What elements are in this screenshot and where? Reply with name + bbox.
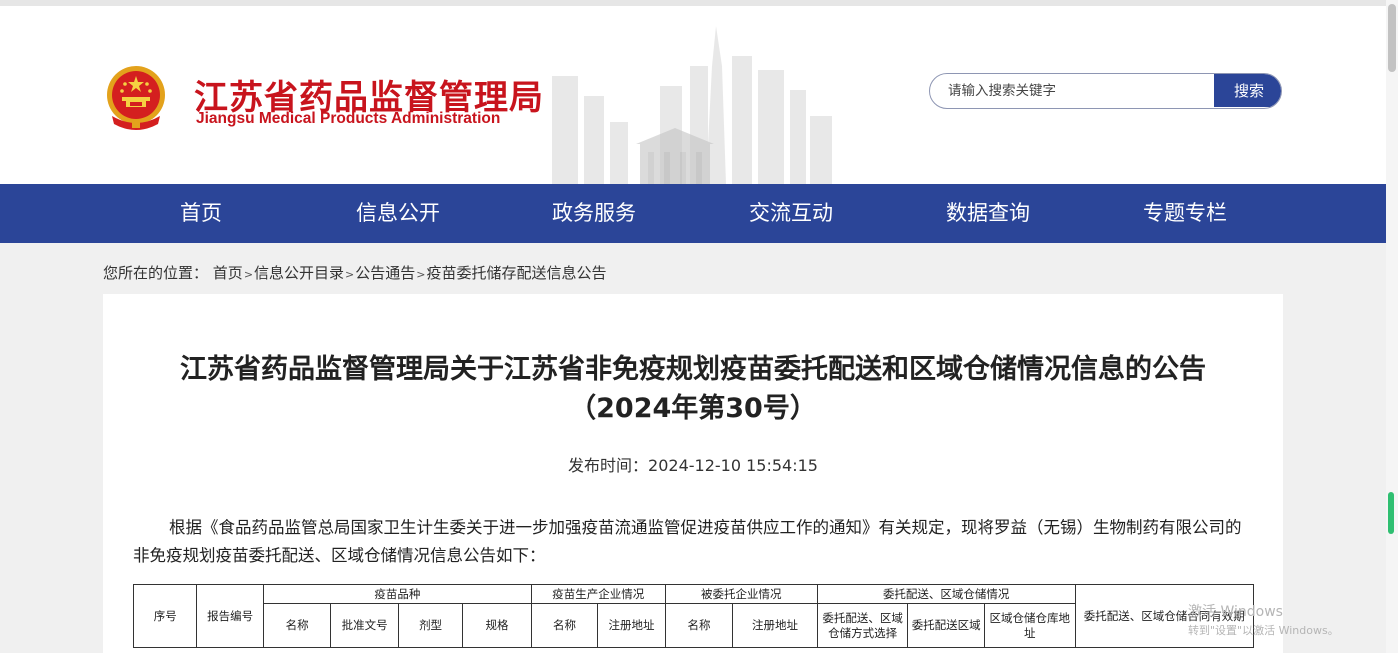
nav-item-info-disclosure[interactable]: 信息公开 <box>323 184 473 243</box>
breadcrumb-prefix: 您所在的位置： <box>103 264 209 282</box>
nav-item-data-query[interactable]: 数据查询 <box>913 184 1063 243</box>
header-producer-name: 名称 <box>530 603 599 648</box>
main-nav: 首页 信息公开 政务服务 交流互动 数据查询 专题专栏 <box>0 184 1386 243</box>
site-subtitle: Jiangsu Medical Products Administration <box>196 110 501 127</box>
header-delivery-method: 委托配送、区域仓储方式选择 <box>816 603 909 648</box>
header-approval-no: 批准文号 <box>330 603 399 648</box>
publish-label: 发布时间： <box>568 456 649 475</box>
scroll-marker <box>1388 492 1394 534</box>
breadcrumb-separator: > <box>416 268 426 281</box>
header-entrusted-address: 注册地址 <box>732 603 818 648</box>
article-container: 江苏省药品监督管理局关于江苏省非免疫规划疫苗委托配送和区域仓储情况信息的公告（2… <box>103 294 1283 653</box>
article-title: 江苏省药品监督管理局关于江苏省非免疫规划疫苗委托配送和区域仓储情况信息的公告（2… <box>180 354 1206 424</box>
header-seq: 序号 <box>132 584 198 648</box>
header-delivery-group: 委托配送、区域仓储情况 <box>816 584 1076 604</box>
header-vaccine-name: 名称 <box>262 603 332 648</box>
header-report-no: 报告编号 <box>196 584 264 648</box>
vaccine-info-table: 序号 报告编号 疫苗品种 疫苗生产企业情况 被委托企业情况 委托配送、区域仓储情… <box>132 584 1255 648</box>
activation-title: 激活 Windows <box>1188 604 1283 620</box>
activation-subtitle: 转到"设置"以激活 Windows。 <box>1188 624 1339 637</box>
publish-time: 2024-12-10 15:54:15 <box>648 456 818 475</box>
header-producer-group: 疫苗生产企业情况 <box>530 584 666 604</box>
breadcrumb-separator: > <box>345 268 355 281</box>
city-skyline-illustration <box>552 26 832 184</box>
search-button[interactable]: 搜索 <box>1214 74 1281 107</box>
windows-activation-watermark: 激活 Windows 转到"设置"以激活 Windows。 <box>1188 601 1339 638</box>
national-emblem-icon <box>107 66 165 130</box>
breadcrumb-separator: > <box>243 268 254 281</box>
header-dosage-form: 剂型 <box>397 603 464 648</box>
header-vaccine-group: 疫苗品种 <box>262 584 532 604</box>
breadcrumb-item-vaccine-notices[interactable]: 疫苗委托储存配送信息公告 <box>427 264 607 282</box>
nav-item-interaction[interactable]: 交流互动 <box>716 184 866 243</box>
header-entrusted-group: 被委托企业情况 <box>664 584 818 604</box>
breadcrumb-item-home[interactable]: 首页 <box>213 264 243 282</box>
breadcrumb-item-info-catalog[interactable]: 信息公开目录 <box>254 264 344 282</box>
breadcrumb-item-notices[interactable]: 公告通告 <box>355 264 415 282</box>
header-entrusted-name: 名称 <box>664 603 734 648</box>
header-spec: 规格 <box>462 603 532 648</box>
article-body: 根据《食品药品监管总局国家卫生计生委关于进一步加强疫苗流通监管促进疫苗供应工作的… <box>133 518 1242 565</box>
search-input[interactable] <box>930 74 1213 107</box>
page-scrollbar[interactable] <box>1386 0 1398 653</box>
search-box: 搜索 <box>929 73 1282 109</box>
nav-item-gov-services[interactable]: 政务服务 <box>519 184 669 243</box>
publish-info: 发布时间：2024-12-10 15:54:15 <box>103 452 1283 476</box>
nav-item-home[interactable]: 首页 <box>126 184 276 243</box>
scrollbar-thumb[interactable] <box>1388 4 1396 72</box>
header-warehouse-address: 区域仓储仓库地址 <box>983 603 1076 648</box>
header-delivery-area: 委托配送区域 <box>907 603 985 648</box>
nav-item-special-topics[interactable]: 专题专栏 <box>1110 184 1260 243</box>
breadcrumb: 您所在的位置： 首页>信息公开目录>公告通告>疫苗委托储存配送信息公告 <box>103 262 607 283</box>
site-header: 江苏省药品监督管理局 Jiangsu Medical Products Admi… <box>0 6 1386 184</box>
header-producer-address: 注册地址 <box>597 603 666 648</box>
